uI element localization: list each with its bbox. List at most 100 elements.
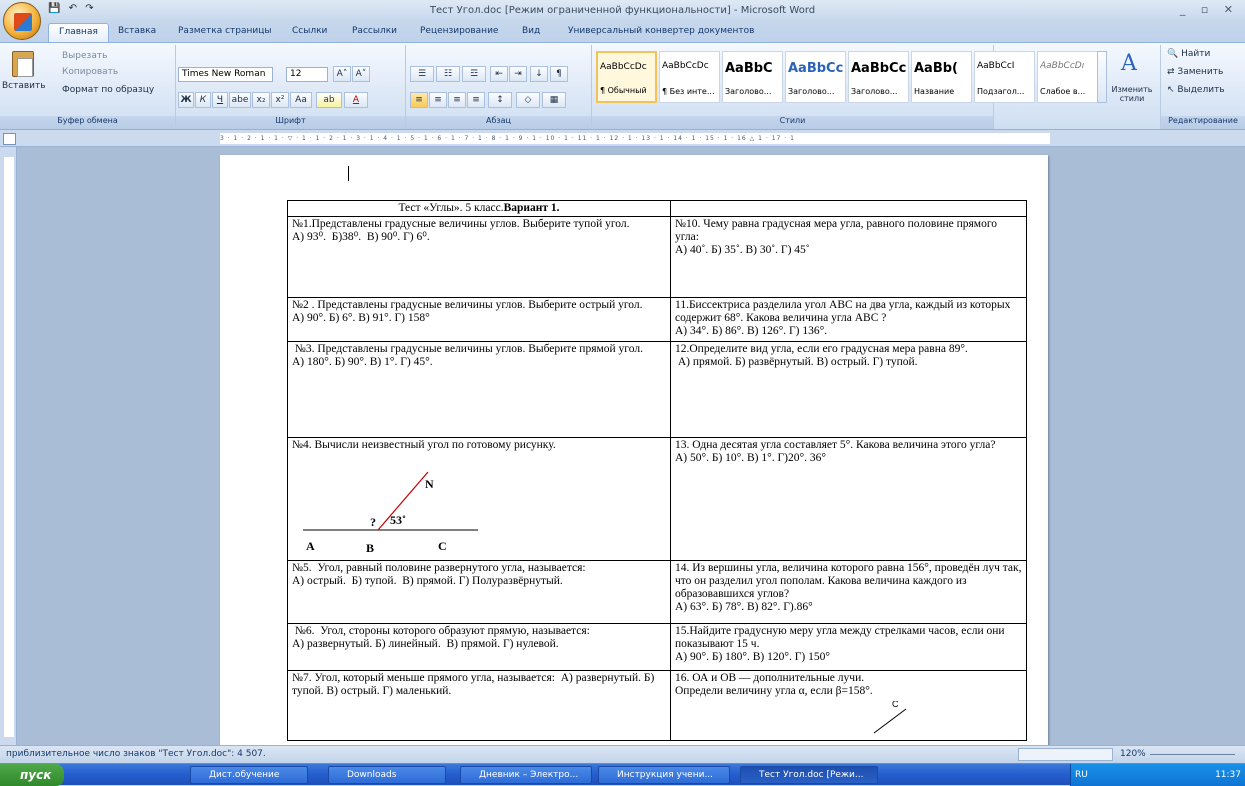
style-name: ¶ Без инте... bbox=[662, 87, 715, 96]
tab-page-layout[interactable]: Разметка страницы bbox=[178, 26, 272, 36]
style-item[interactable]: AaBbCcI Подзагол... bbox=[974, 51, 1035, 103]
table-title-cell[interactable]: Тест «Углы». 5 класс.Вариант 1. bbox=[287, 200, 671, 217]
find-button[interactable]: 🔍 Найти bbox=[1167, 49, 1210, 59]
start-button[interactable]: пуск bbox=[0, 764, 64, 786]
multilevel-list-icon[interactable]: ☲ bbox=[462, 66, 486, 82]
superscript-button[interactable]: x² bbox=[271, 92, 289, 108]
question-16[interactable]: 16. ОА и ОВ — дополнительные лучи. Опред… bbox=[670, 670, 1027, 741]
question-7[interactable]: №7. Угол, который меньше прямого угла, н… bbox=[287, 670, 671, 741]
subscript-button[interactable]: x₂ bbox=[252, 92, 270, 108]
tab-converter[interactable]: Универсальный конвертер документов bbox=[568, 26, 754, 36]
pilcrow-icon[interactable]: ¶ bbox=[550, 66, 568, 82]
change-styles-button[interactable]: Изменить стили bbox=[1106, 85, 1158, 103]
document-area[interactable]: Тест «Углы». 5 класс.Вариант 1. №1.Предс… bbox=[17, 147, 1245, 745]
zoom-level[interactable]: 120% bbox=[1120, 749, 1146, 759]
question-15[interactable]: 15.Найдите градусную меру угла между стр… bbox=[670, 623, 1027, 671]
paste-icon[interactable] bbox=[12, 51, 34, 77]
tab-view[interactable]: Вид bbox=[522, 26, 540, 36]
document-page[interactable]: Тест «Углы». 5 класс.Вариант 1. №1.Предс… bbox=[220, 155, 1048, 745]
font-color-button[interactable]: A bbox=[344, 92, 368, 108]
question-6[interactable]: №6. Угол, стороны которого образуют прям… bbox=[287, 623, 671, 671]
tab-references[interactable]: Ссылки bbox=[292, 26, 327, 36]
taskbar-item-word[interactable]: Тест Угол.doc [Режи... bbox=[740, 766, 878, 784]
ray-oc bbox=[873, 708, 907, 734]
language-indicator[interactable]: RU bbox=[1075, 764, 1088, 786]
change-case-button[interactable]: Aa bbox=[290, 92, 312, 108]
change-styles-group: A Изменить стили bbox=[1103, 45, 1161, 129]
clock[interactable]: 11:37 bbox=[1215, 764, 1241, 786]
style-item[interactable]: AaBbC Заголово... bbox=[722, 51, 783, 103]
style-item[interactable]: AaBbCcDc ¶ Обычный bbox=[596, 51, 657, 103]
bullets-icon[interactable]: ☰ bbox=[410, 66, 434, 82]
change-styles-icon[interactable]: A bbox=[1121, 51, 1137, 76]
paste-button[interactable]: Вставить bbox=[2, 81, 46, 91]
justify-icon[interactable]: ≡ bbox=[467, 92, 485, 108]
select-button[interactable]: ↖ Выделить bbox=[1167, 85, 1225, 95]
font-name-field[interactable]: Times New Roman bbox=[178, 67, 273, 82]
style-item[interactable]: AaBbCcDc ¶ Без инте... bbox=[659, 51, 720, 103]
italic-button[interactable]: К bbox=[195, 92, 211, 108]
taskbar-item-instruction[interactable]: Инструкция учени... bbox=[598, 766, 730, 784]
zoom-slider[interactable] bbox=[1150, 754, 1235, 755]
style-item[interactable]: AaBbCcDı Слабое в... bbox=[1037, 51, 1098, 103]
question-12[interactable]: 12.Определите вид угла, если его градусн… bbox=[670, 341, 1027, 438]
increase-indent-icon[interactable]: ⇥ bbox=[509, 66, 527, 82]
line-spacing-icon[interactable]: ↕ bbox=[488, 92, 512, 108]
question-10[interactable]: №10. Чему равна градусная мера угла, рав… bbox=[670, 216, 1027, 298]
tab-selector-button[interactable] bbox=[3, 133, 16, 145]
style-item[interactable]: AaBbCc Заголово... bbox=[848, 51, 909, 103]
underline-button[interactable]: Ч bbox=[212, 92, 228, 108]
bold-button[interactable]: Ж bbox=[178, 92, 194, 108]
question-4[interactable]: №4. Вычисли неизвестный угол по готовому… bbox=[287, 437, 671, 561]
clipboard-group: Вставить Вырезать Копировать Формат по о… bbox=[0, 45, 176, 129]
replace-label: Заменить bbox=[1177, 67, 1224, 77]
shrink-font-button[interactable]: A˅ bbox=[352, 66, 370, 82]
numbering-icon[interactable]: ☷ bbox=[436, 66, 460, 82]
view-buttons[interactable] bbox=[1018, 748, 1113, 761]
format-painter-button[interactable]: Формат по образцу bbox=[62, 85, 154, 95]
ruler-scale[interactable]: 3 · 1 · 2 · 1 · 1 · ▽ · 1 · 1 · 2 · 1 · … bbox=[220, 133, 1050, 144]
font-size-field[interactable]: 12 bbox=[286, 67, 328, 82]
decrease-indent-icon[interactable]: ⇤ bbox=[490, 66, 508, 82]
sort-icon[interactable]: ↓ bbox=[530, 66, 548, 82]
taskbar-item-diary[interactable]: Дневник – Электро... bbox=[460, 766, 592, 784]
grow-font-button[interactable]: A˄ bbox=[333, 66, 351, 82]
tab-home[interactable]: Главная bbox=[48, 23, 109, 42]
highlight-button[interactable]: ab bbox=[316, 92, 342, 108]
align-center-icon[interactable]: ≡ bbox=[429, 92, 447, 108]
strikethrough-button[interactable]: abe bbox=[229, 92, 251, 108]
vertical-ruler[interactable] bbox=[0, 147, 17, 745]
question-11[interactable]: 11.Биссектриса разделила угол АВС на два… bbox=[670, 297, 1027, 342]
question-13[interactable]: 13. Одна десятая угла составляет 5°. Как… bbox=[670, 437, 1027, 561]
window-controls[interactable]: _ ▫ ✕ bbox=[1180, 3, 1239, 16]
borders-icon[interactable]: ▦ bbox=[542, 92, 566, 108]
tab-insert[interactable]: Вставка bbox=[118, 26, 156, 36]
question-2[interactable]: №2 . Представлены градусные величины угл… bbox=[287, 297, 671, 342]
word-count-status[interactable]: приблизительное число знаков "Тест Угол.… bbox=[6, 749, 266, 759]
question-14[interactable]: 14. Из вершины угла, величина которого р… bbox=[670, 560, 1027, 624]
label-b: B bbox=[366, 541, 374, 555]
tab-mailings[interactable]: Рассылки bbox=[352, 26, 397, 36]
style-sample: AaBbCc bbox=[851, 61, 907, 76]
replace-button[interactable]: ⇄ Заменить bbox=[1167, 67, 1223, 77]
question-3[interactable]: №3. Представлены градусные величины угло… bbox=[287, 341, 671, 438]
table-title-empty-cell[interactable] bbox=[670, 200, 1027, 217]
tab-review[interactable]: Рецензирование bbox=[420, 26, 498, 36]
clipboard-label: Буфер обмена bbox=[0, 116, 175, 129]
cut-button[interactable]: Вырезать bbox=[62, 51, 107, 61]
style-item[interactable]: AaBb(Название bbox=[911, 51, 972, 103]
question-5[interactable]: №5. Угол, равный половине развернутого у… bbox=[287, 560, 671, 624]
align-right-icon[interactable]: ≡ bbox=[448, 92, 466, 108]
find-label: Найти bbox=[1181, 49, 1211, 59]
taskbar-item-dist[interactable]: Дист.обучение bbox=[190, 766, 308, 784]
horizontal-ruler[interactable]: 3 · 1 · 2 · 1 · 1 · ▽ · 1 · 1 · 2 · 1 · … bbox=[0, 130, 1245, 147]
style-item[interactable]: AaBbCc Заголово... bbox=[785, 51, 846, 103]
question-1[interactable]: №1.Представлены градусные величины углов… bbox=[287, 216, 671, 298]
align-left-icon[interactable]: ≡ bbox=[410, 92, 428, 108]
test-table[interactable]: Тест «Углы». 5 класс.Вариант 1. №1.Предс… bbox=[287, 200, 1027, 741]
shading-icon[interactable]: ◇ bbox=[516, 92, 540, 108]
office-button[interactable] bbox=[3, 2, 41, 40]
binoculars-icon: 🔍 bbox=[1167, 49, 1179, 59]
taskbar-item-downloads[interactable]: Downloads bbox=[328, 766, 446, 784]
copy-button[interactable]: Копировать bbox=[62, 67, 118, 77]
